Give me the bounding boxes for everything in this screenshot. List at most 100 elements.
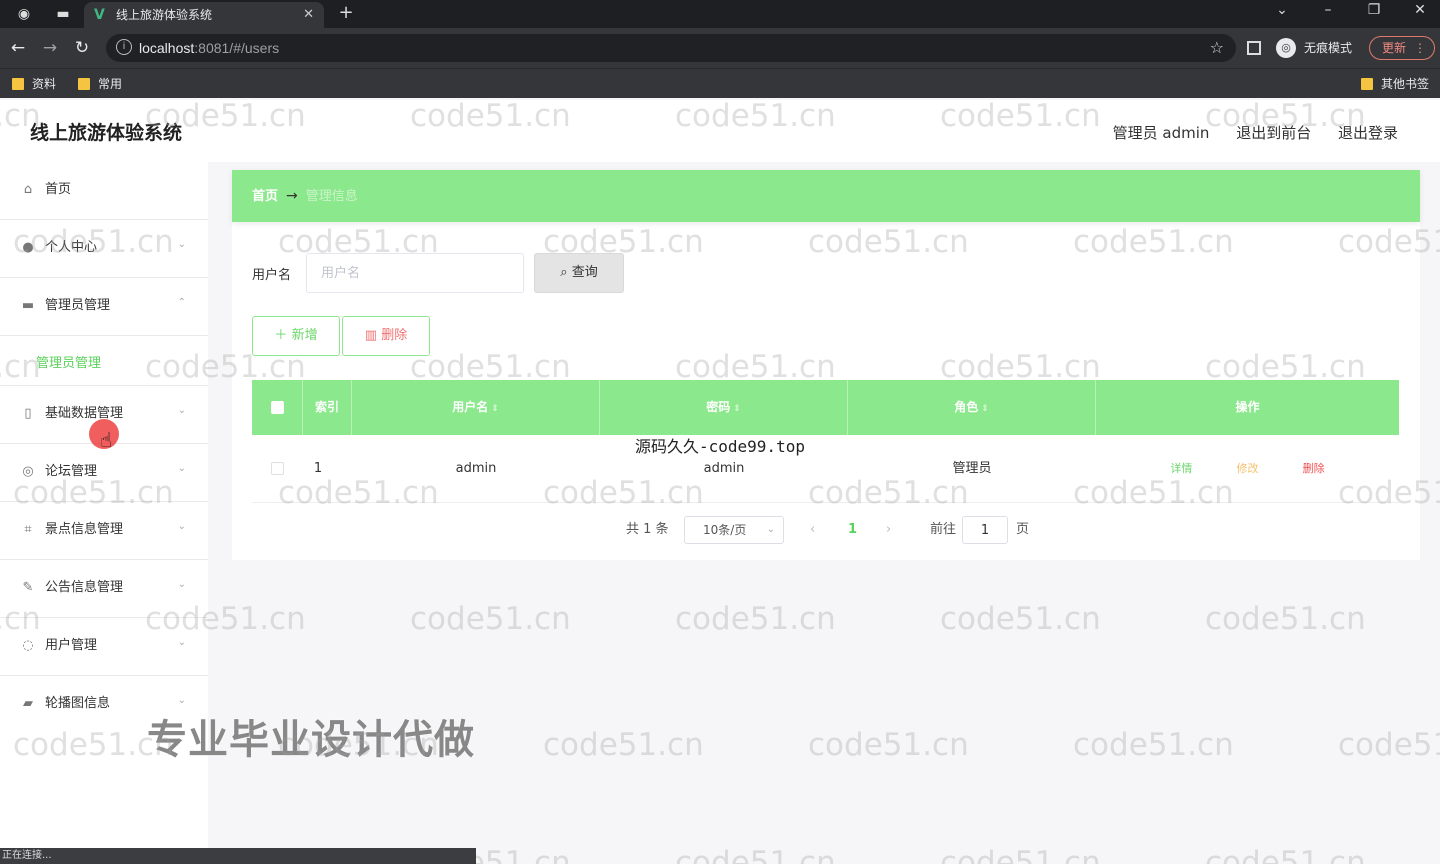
mic-icon: ◌ — [22, 638, 34, 653]
select-all-checkbox[interactable] — [252, 380, 303, 435]
back-to-front-link[interactable]: 退出到前台 — [1236, 124, 1311, 142]
mic-icon: ▯ — [24, 406, 32, 421]
chevron-up-icon: ⌃ — [177, 297, 186, 308]
page-number-current[interactable]: 1 — [848, 516, 857, 544]
main-content: 首页 → 管理信息 用户名 ⌕ 查询 ＋ 新增 ▥ 删除 索引 用户名⇕ 密码⇕ 角… — [232, 170, 1420, 560]
minimize-icon[interactable]: – — [1316, 2, 1340, 18]
bookmark-folder-other[interactable]: 其他书签 — [1361, 75, 1429, 93]
goto-page-input[interactable] — [962, 516, 1008, 544]
next-page-icon[interactable]: › — [886, 516, 891, 544]
tab-search-icon[interactable]: ⌄ — [1270, 2, 1294, 18]
sidebar-item-admin-manage[interactable]: ▬ 管理员管理 ⌃ — [0, 278, 208, 336]
column-role[interactable]: 角色 ⇕ — [848, 380, 1096, 435]
cell-username: admin — [455, 461, 497, 476]
add-button[interactable]: ＋ 新增 — [252, 316, 340, 356]
detail-link[interactable]: 详情 — [1170, 462, 1192, 475]
window-close-icon[interactable]: ✕ — [1408, 2, 1432, 18]
incognito-indicator[interactable]: ◎ 无痕模式 — [1276, 37, 1352, 59]
username-search-input[interactable] — [306, 253, 524, 293]
trash-icon: ▥ — [364, 328, 382, 343]
new-tab-button[interactable]: + — [336, 2, 356, 23]
checkbox-icon — [270, 401, 284, 414]
chevron-down-icon: ⌄ — [177, 405, 186, 416]
crop-icon: ⌗ — [24, 522, 32, 537]
delete-button[interactable]: ▥ 删除 — [342, 316, 430, 356]
sidebar-item-users[interactable]: ◌ 用户管理 ⌄ — [0, 618, 208, 676]
folder-icon — [78, 78, 90, 90]
table-header: 索引 用户名 ⇕ 密码 ⇕ 角色 ⇕ 操作 — [252, 380, 1399, 435]
chevron-down-icon: ⌄ — [177, 521, 186, 532]
chevron-down-icon: ⌄ — [766, 524, 775, 535]
cell-index: 1 — [313, 461, 323, 476]
site-info-icon[interactable]: i — [116, 39, 132, 55]
briefcase-icon: ▬ — [21, 298, 35, 313]
folder-icon — [1361, 78, 1373, 90]
column-username[interactable]: 用户名 ⇕ — [352, 380, 600, 435]
more-menu-icon[interactable]: ⋮ — [1414, 37, 1426, 59]
goto-label: 前往 — [930, 522, 957, 537]
edit-link[interactable]: 修改 — [1237, 462, 1259, 475]
tab-overview-icon[interactable]: ▬ — [53, 4, 73, 24]
current-user-label: 管理员 admin — [1112, 124, 1210, 142]
tab-title: 线上旅游体验系统 — [116, 8, 213, 22]
back-icon[interactable]: ← — [6, 36, 30, 60]
sidebar-item-notices[interactable]: ✎ 公告信息管理 ⌄ — [0, 560, 208, 618]
chevron-down-icon: ⌄ — [177, 579, 186, 590]
sort-icon[interactable]: ⇕ — [981, 404, 989, 414]
chevron-down-icon: ⌄ — [177, 239, 186, 250]
promo-overlay-text: 专业毕业设计代做 — [147, 717, 475, 763]
sidebar-item-profile[interactable]: ● 个人中心 ⌄ — [0, 220, 208, 278]
column-password[interactable]: 密码 ⇕ — [600, 380, 848, 435]
url-text[interactable]: localhost:8081/#/users — [139, 34, 279, 62]
breadcrumb-home[interactable]: 首页 — [252, 189, 278, 204]
page-suffix: 页 — [1016, 522, 1030, 537]
sort-icon[interactable]: ⇕ — [733, 404, 741, 414]
bookmark-star-icon[interactable]: ☆ — [1210, 34, 1224, 62]
source-overlay-text: 源码久久-code99.top — [635, 437, 805, 456]
user-icon: ● — [22, 240, 34, 255]
sidebar-item-home[interactable]: ⌂ 首页 — [0, 162, 208, 220]
search-label: 用户名 — [252, 268, 292, 283]
side-panel-icon[interactable] — [1247, 41, 1261, 55]
forward-icon[interactable]: → — [38, 36, 62, 60]
ticket-icon: ▰ — [23, 696, 33, 711]
column-index: 索引 — [303, 380, 352, 435]
bookmark-folder-ziliao[interactable]: 资料 — [12, 75, 56, 93]
update-label: 更新 — [1382, 41, 1407, 55]
update-button[interactable]: 更新 ⋮ — [1369, 36, 1435, 60]
query-button[interactable]: ⌕ 查询 — [534, 253, 624, 293]
sort-icon[interactable]: ⇕ — [491, 404, 499, 414]
chevron-down-icon: ⌄ — [177, 463, 186, 474]
table-row: 1 admin admin 管理员 详情 修改 删除 — [252, 435, 1399, 503]
sidebar-item-forum[interactable]: ◎ 论坛管理 ⌄ — [0, 444, 208, 502]
bookmark-folder-changyong[interactable]: 常用 — [78, 75, 122, 93]
checkbox-icon — [271, 462, 284, 475]
sidebar-item-attractions[interactable]: ⌗ 景点信息管理 ⌄ — [0, 502, 208, 560]
browser-tabstrip: ◉ ▬ V 线上旅游体验系统 ✕ + ⌄ – ❐ ✕ — [0, 0, 1440, 28]
header-links: 管理员 admin 退出到前台 退出登录 — [1091, 122, 1398, 143]
incognito-icon: ◎ — [1276, 38, 1296, 58]
row-delete-link[interactable]: 删除 — [1303, 462, 1325, 475]
app-header: 线上旅游体验系统 管理员 admin 退出到前台 退出登录 — [0, 100, 1440, 162]
plus-icon: ＋ — [274, 328, 292, 343]
breadcrumb-separator: → — [286, 188, 298, 204]
site-title: 线上旅游体验系统 — [30, 122, 183, 144]
sidebar-subitem-admin-manage[interactable]: 管理员管理 — [0, 336, 208, 386]
edit-icon: ✎ — [22, 580, 34, 595]
status-bar: 正在连接... — [0, 848, 476, 864]
row-checkbox[interactable] — [252, 435, 303, 503]
bookmarks-bar: 资料 常用 其他书签 — [0, 68, 1440, 98]
browser-menu-icon[interactable]: ◉ — [14, 4, 34, 24]
prev-page-icon[interactable]: ‹ — [810, 516, 815, 544]
tab-close-icon[interactable]: ✕ — [303, 2, 314, 28]
vue-logo-icon: V — [94, 7, 105, 23]
compass-icon: ◎ — [22, 464, 34, 479]
reload-icon[interactable]: ↻ — [70, 36, 94, 60]
page-size-select[interactable]: 10条/页 ⌄ — [684, 516, 784, 544]
restore-icon[interactable]: ❐ — [1362, 2, 1386, 18]
cell-actions: 详情 修改 删除 — [1096, 435, 1399, 503]
logout-link[interactable]: 退出登录 — [1338, 124, 1398, 142]
url-omnibox[interactable]: i localhost:8081/#/users ☆ — [106, 34, 1236, 62]
chevron-down-icon: ⌄ — [177, 637, 186, 648]
browser-tab[interactable]: V 线上旅游体验系统 ✕ — [84, 2, 324, 28]
